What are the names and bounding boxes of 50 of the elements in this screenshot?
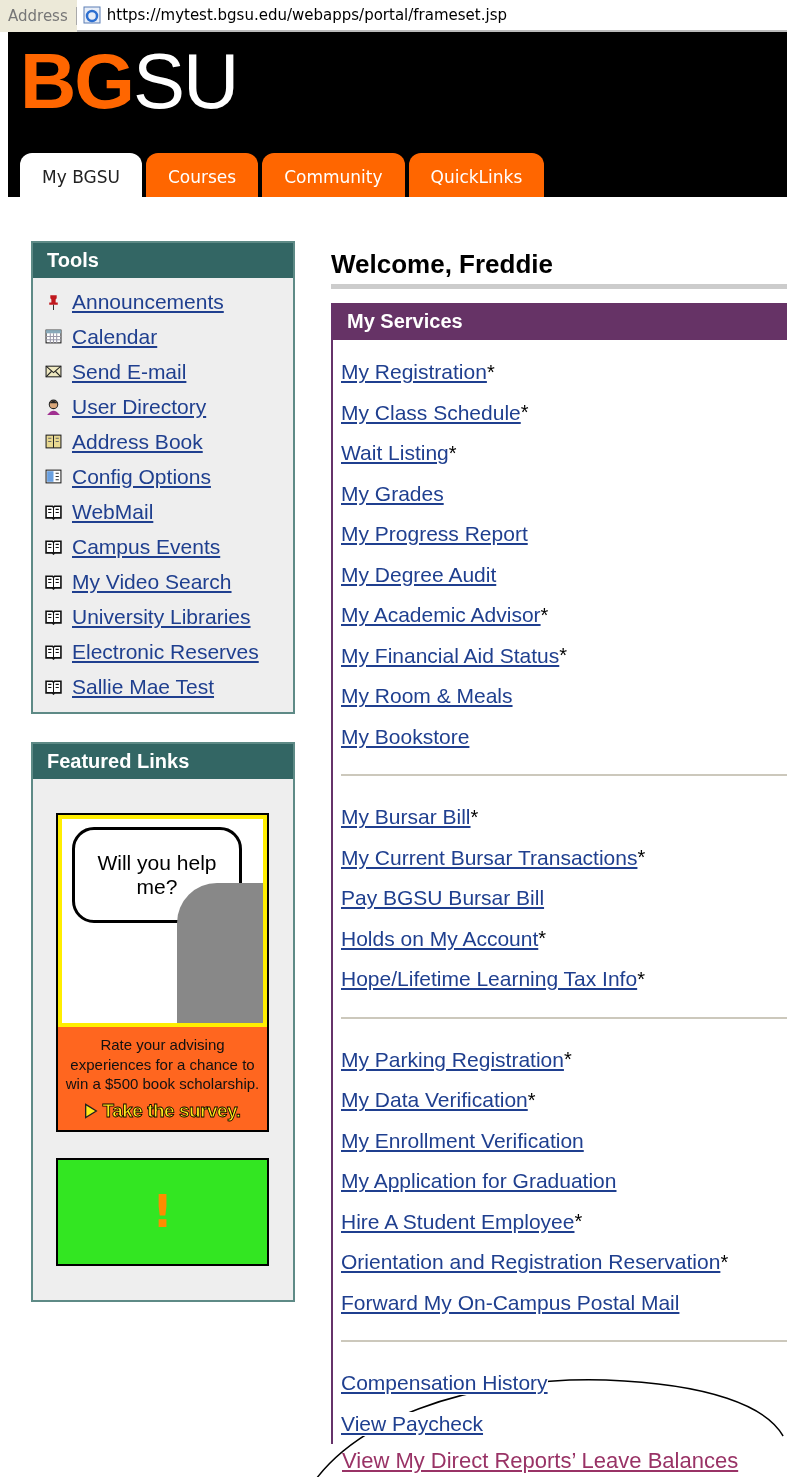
book-icon — [45, 573, 62, 590]
highlighted-link[interactable]: View My Direct Reports’ Leave Balances — [342, 1448, 739, 1474]
calendar-icon — [45, 328, 62, 345]
banner-text: Rate your advising experiences for a chance to win a $500 book scholarship. — [64, 1035, 261, 1094]
service-link[interactable]: View Paycheck — [341, 1411, 484, 1436]
asterisk-note: * — [540, 603, 549, 627]
asterisk-note: * — [486, 360, 495, 384]
play-icon — [84, 1102, 99, 1119]
asterisk-note: * — [448, 441, 457, 465]
tool-link[interactable]: Calendar — [72, 324, 158, 349]
asterisk-note: * — [637, 846, 646, 870]
logo[interactable]: BGSU — [8, 32, 787, 120]
panel-title: Featured Links — [33, 744, 293, 779]
panel-title: Tools — [33, 243, 293, 278]
section-title: My Services — [333, 303, 787, 340]
tool-link[interactable]: Send E-mail — [72, 359, 187, 384]
address-field[interactable]: https://mytest.bgsu.edu/webapps/portal/frameset.jsp — [76, 0, 787, 32]
book-icon — [45, 503, 62, 520]
tool-link[interactable]: Campus Events — [72, 534, 221, 559]
tool-link[interactable]: Address Book — [72, 429, 203, 454]
browser-page-icon — [82, 6, 101, 24]
tool-link[interactable]: Announcements — [72, 289, 224, 314]
tool-link[interactable]: My Video Search — [72, 569, 232, 594]
tool-link[interactable]: User Directory — [72, 394, 207, 419]
address-book-icon — [45, 433, 62, 450]
survey-banner[interactable]: Will you help me? Rate your advising experiences for a chance to win a $500 book scholarship. Take the survey. — [56, 813, 269, 1132]
tool-link[interactable]: Sallie Mae Test — [72, 674, 215, 699]
welcome-heading: Welcome, Freddie — [331, 249, 787, 289]
person-icon — [45, 398, 62, 415]
book-icon — [45, 678, 62, 695]
asterisk-note: * — [527, 1088, 536, 1112]
envelope-icon — [45, 363, 62, 380]
address-label: Address — [8, 7, 77, 25]
tool-link[interactable]: Electronic Reserves — [72, 639, 259, 664]
card-icon — [45, 468, 62, 485]
book-icon — [45, 538, 62, 555]
asterisk-note: * — [559, 644, 568, 668]
asterisk-note: * — [520, 401, 529, 425]
asterisk-note: * — [563, 1048, 572, 1072]
asterisk-note: * — [470, 805, 479, 829]
tool-link[interactable]: WebMail — [72, 499, 154, 524]
asterisk-note: * — [574, 1210, 583, 1234]
tool-link[interactable]: University Libraries — [72, 604, 251, 629]
book-icon — [45, 608, 62, 625]
book-icon — [45, 643, 62, 660]
asterisk-note: * — [538, 927, 547, 951]
asterisk-note: * — [720, 1250, 729, 1274]
nav-tab[interactable]: My BGSU — [20, 153, 142, 197]
asterisk-note: * — [637, 967, 645, 991]
tool-link[interactable]: Config Options — [72, 464, 211, 489]
